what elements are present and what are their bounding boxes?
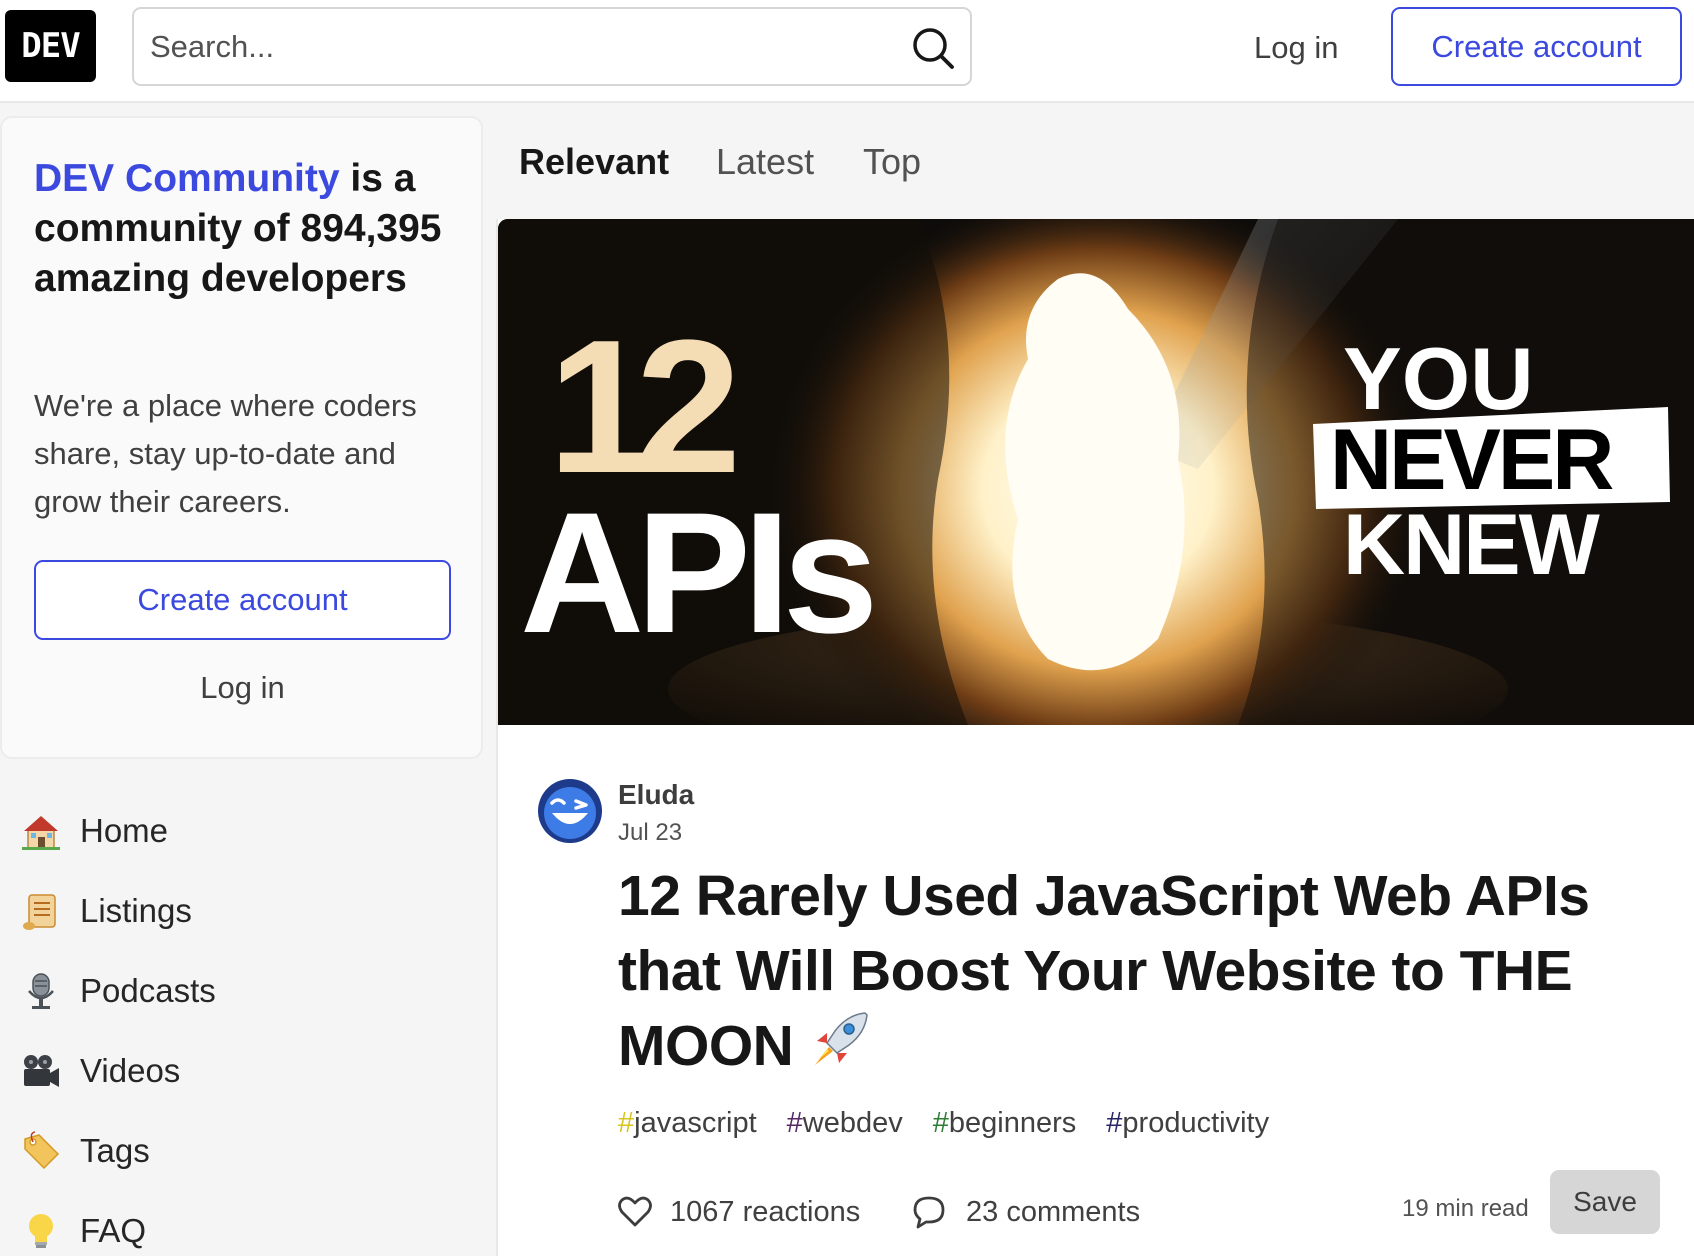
search-box [132,7,972,86]
nav-item-home[interactable]: Home [0,791,480,871]
film-camera-icon [21,1051,61,1091]
author-avatar[interactable] [538,779,602,843]
tag-list: #javascript #webdev #beginners #producti… [618,1107,1269,1140]
microphone-icon [21,971,61,1011]
nav-label-faq: FAQ [80,1212,147,1249]
scroll-icon [21,891,61,931]
nav-item-videos[interactable]: Videos [0,1031,480,1111]
tab-relevant[interactable]: Relevant [519,140,669,184]
sidebar-login-link[interactable]: Log in [34,648,451,728]
reactions-button[interactable]: 1067 reactions [618,1177,860,1247]
nav-item-tags[interactable]: Tags [0,1111,480,1191]
cover-never-text: NEVER [1330,412,1613,508]
tab-latest[interactable]: Latest [716,140,814,184]
community-heading: DEV Community is a community of 894,395 … [34,154,464,304]
nav-item-podcasts[interactable]: Podcasts [0,951,480,1031]
nav-label-home: Home [80,812,169,849]
comments-count: 23 comments [966,1195,1141,1228]
house-icon [21,811,61,851]
top-header: DEV Log in Create account [0,0,1694,103]
search-input[interactable] [150,9,890,84]
tag-icon [21,1131,61,1171]
article-card: 12 APIs YOU NEVER KNEW Eluda Jul 23 12 R… [496,219,1694,1256]
cover-apis-text: APIs [520,477,872,669]
save-button[interactable]: Save [1550,1170,1660,1234]
tag-javascript[interactable]: #javascript [618,1107,757,1140]
read-time: 19 min read [1402,1195,1529,1222]
left-nav: Home Listings Podcasts Videos Tags FAQ [0,791,480,1256]
community-brand-link[interactable]: DEV Community [34,157,340,200]
header-login-link[interactable]: Log in [1238,22,1354,74]
nav-item-faq[interactable]: FAQ [0,1191,480,1256]
reactions-count: 1067 reactions [670,1195,861,1228]
nav-label-tags: Tags [80,1132,150,1169]
tag-productivity[interactable]: #productivity [1106,1107,1269,1140]
dev-logo[interactable]: DEV [5,10,96,82]
lightbulb-icon [21,1211,61,1251]
tag-webdev[interactable]: #webdev [787,1107,903,1140]
post-date: Jul 23 [618,819,683,846]
community-description: We're a place where coders share, stay u… [34,388,417,519]
community-card: DEV Community is a community of 894,395 … [0,116,483,759]
article-title-text: 12 Rarely Used JavaScript Web APIs that … [618,864,1590,1078]
sidebar-create-account-button[interactable]: Create account [34,560,451,640]
nav-label-listings: Listings [80,892,192,929]
article-title[interactable]: 12 Rarely Used JavaScript Web APIs that … [618,859,1658,1084]
article-cover-image[interactable]: 12 APIs YOU NEVER KNEW [498,219,1694,725]
tab-top[interactable]: Top [863,140,921,184]
heart-icon [618,1196,652,1227]
nav-label-podcasts: Podcasts [80,972,216,1009]
nav-label-videos: Videos [80,1052,181,1089]
nav-item-listings[interactable]: Listings [0,871,480,951]
comments-button[interactable]: 23 comments [912,1177,1140,1247]
rocket-icon [809,1009,871,1071]
tag-beginners[interactable]: #beginners [933,1107,1077,1140]
comment-icon [913,1196,945,1229]
cover-knew-text: KNEW [1343,497,1601,593]
search-icon[interactable] [910,25,956,71]
author-name[interactable]: Eluda [618,779,694,811]
header-create-account-button[interactable]: Create account [1391,7,1682,86]
